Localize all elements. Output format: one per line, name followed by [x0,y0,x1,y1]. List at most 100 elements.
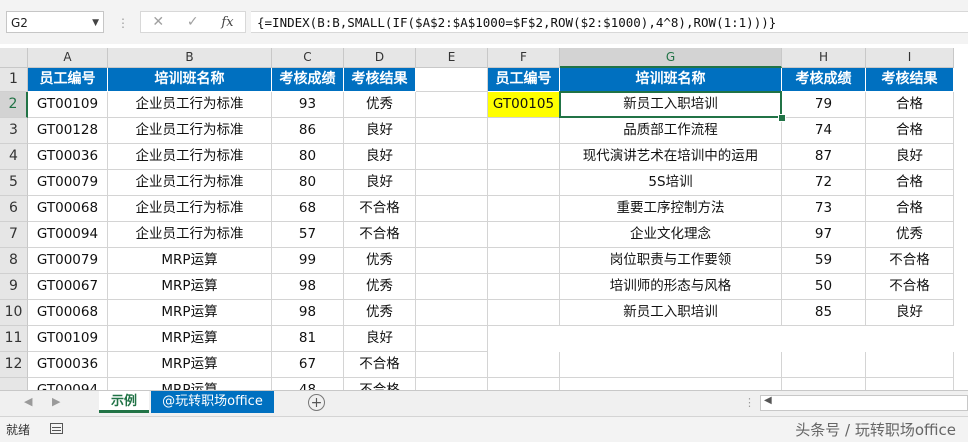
left-table-cell[interactable]: GT00109 [28,326,108,352]
left-table-cell[interactable]: MRP运算 [108,300,272,326]
right-table-cell[interactable]: 良好 [866,144,954,170]
left-table-cell[interactable]: 优秀 [344,248,416,274]
row-header[interactable]: 1 [0,68,28,92]
cell[interactable] [560,378,782,390]
sheet-tab-office[interactable]: @玩转职场office [151,391,274,413]
right-table-cell[interactable]: 不合格 [866,248,954,274]
cell[interactable] [488,248,560,274]
tab-split-handle-icon[interactable]: ⋮ [744,396,755,409]
left-table-cell[interactable]: MRP运算 [108,352,272,378]
left-table-cell[interactable]: 80 [272,144,344,170]
cell[interactable] [488,300,560,326]
left-table-cell[interactable]: GT00036 [28,352,108,378]
left-table-cell[interactable]: 93 [272,92,344,118]
cell[interactable] [488,196,560,222]
cell[interactable] [416,118,488,144]
right-table-cell[interactable]: 优秀 [866,222,954,248]
left-table-cell[interactable]: 67 [272,352,344,378]
left-table-cell[interactable]: 企业员工行为标准 [108,170,272,196]
enter-icon[interactable]: ✓ [187,14,199,30]
formula-bar-grip-icon[interactable]: ⋮ [117,16,130,30]
right-table-cell[interactable]: 合格 [866,118,954,144]
right-table-cell[interactable]: 企业文化理念 [560,222,782,248]
right-table-cell[interactable]: 新员工入职培训 [560,300,782,326]
cell[interactable] [416,300,488,326]
right-table-cell[interactable]: 50 [782,274,866,300]
column-header-d[interactable]: D [344,48,416,68]
left-table-cell[interactable]: GT00068 [28,196,108,222]
left-table-cell[interactable]: 68 [272,196,344,222]
insert-function-icon[interactable]: fx [221,15,233,30]
left-table-cell[interactable]: 57 [272,222,344,248]
left-table-cell[interactable]: 86 [272,118,344,144]
left-table-cell[interactable]: 优秀 [344,274,416,300]
right-table-cell[interactable]: 97 [782,222,866,248]
row-header[interactable]: 3 [0,118,28,144]
cell[interactable] [488,274,560,300]
left-table-cell[interactable]: 优秀 [344,92,416,118]
cell[interactable] [416,92,488,118]
left-table-cell[interactable]: MRP运算 [108,274,272,300]
left-table-cell[interactable]: 良好 [344,170,416,196]
cell[interactable] [416,378,488,390]
left-table-cell[interactable]: MRP运算 [108,378,272,390]
left-table-cell[interactable]: 98 [272,300,344,326]
left-table-cell[interactable]: GT00128 [28,118,108,144]
left-table-cell[interactable]: 良好 [344,144,416,170]
row-header[interactable]: 4 [0,144,28,170]
cell[interactable] [488,170,560,196]
row-header[interactable]: 12 [0,352,28,378]
name-box-dropdown-icon[interactable]: ▼ [92,12,99,34]
right-table-cell[interactable]: 87 [782,144,866,170]
right-table-cell[interactable]: 85 [782,300,866,326]
left-table-cell[interactable]: MRP运算 [108,248,272,274]
right-table-cell[interactable]: 73 [782,196,866,222]
scroll-left-icon[interactable]: ◀ [764,395,772,406]
right-table-cell[interactable]: 5S培训 [560,170,782,196]
right-table-cell[interactable]: 合格 [866,92,954,118]
tab-next-icon[interactable]: ▶ [52,395,60,408]
right-table-header-cell[interactable]: 考核成绩 [782,68,866,92]
left-table-cell[interactable]: 企业员工行为标准 [108,196,272,222]
left-table-cell[interactable]: 80 [272,170,344,196]
lookup-id-cell[interactable]: GT00105 [488,92,560,118]
left-table-cell[interactable]: 不合格 [344,378,416,390]
cell[interactable] [416,196,488,222]
left-table-cell[interactable]: GT00067 [28,274,108,300]
left-table-cell[interactable]: 81 [272,326,344,352]
right-table-cell[interactable]: 合格 [866,170,954,196]
column-header-a[interactable]: A [28,48,108,68]
left-table-cell[interactable]: 不合格 [344,222,416,248]
left-table-cell[interactable]: 企业员工行为标准 [108,222,272,248]
macro-record-icon[interactable] [50,423,63,434]
left-table-header-cell[interactable]: 考核成绩 [272,68,344,92]
column-header-e[interactable]: E [416,48,488,68]
column-header-c[interactable]: C [272,48,344,68]
left-table-cell[interactable]: 良好 [344,118,416,144]
right-table-cell[interactable]: 74 [782,118,866,144]
row-header[interactable]: 10 [0,300,28,326]
left-table-cell[interactable]: 不合格 [344,196,416,222]
row-header[interactable]: 5 [0,170,28,196]
right-table-header-cell[interactable]: 培训班名称 [560,68,782,92]
left-table-header-cell[interactable]: 考核结果 [344,68,416,92]
cell[interactable] [416,248,488,274]
column-header-b[interactable]: B [108,48,272,68]
left-table-cell[interactable]: GT00094 [28,222,108,248]
left-table-cell[interactable]: 优秀 [344,300,416,326]
cell[interactable] [866,352,954,378]
cell[interactable] [488,222,560,248]
cell[interactable] [782,352,866,378]
left-table-cell[interactable]: GT00079 [28,170,108,196]
cell[interactable] [866,378,954,390]
right-table-header-cell[interactable]: 考核结果 [866,68,954,92]
cell[interactable] [416,144,488,170]
row-header[interactable]: 11 [0,326,28,352]
cell[interactable] [488,352,560,378]
left-table-cell[interactable]: GT00068 [28,300,108,326]
select-all-corner[interactable] [0,48,28,68]
row-header[interactable]: 6 [0,196,28,222]
cell[interactable] [488,118,560,144]
cell[interactable] [560,352,782,378]
left-table-cell[interactable]: 48 [272,378,344,390]
